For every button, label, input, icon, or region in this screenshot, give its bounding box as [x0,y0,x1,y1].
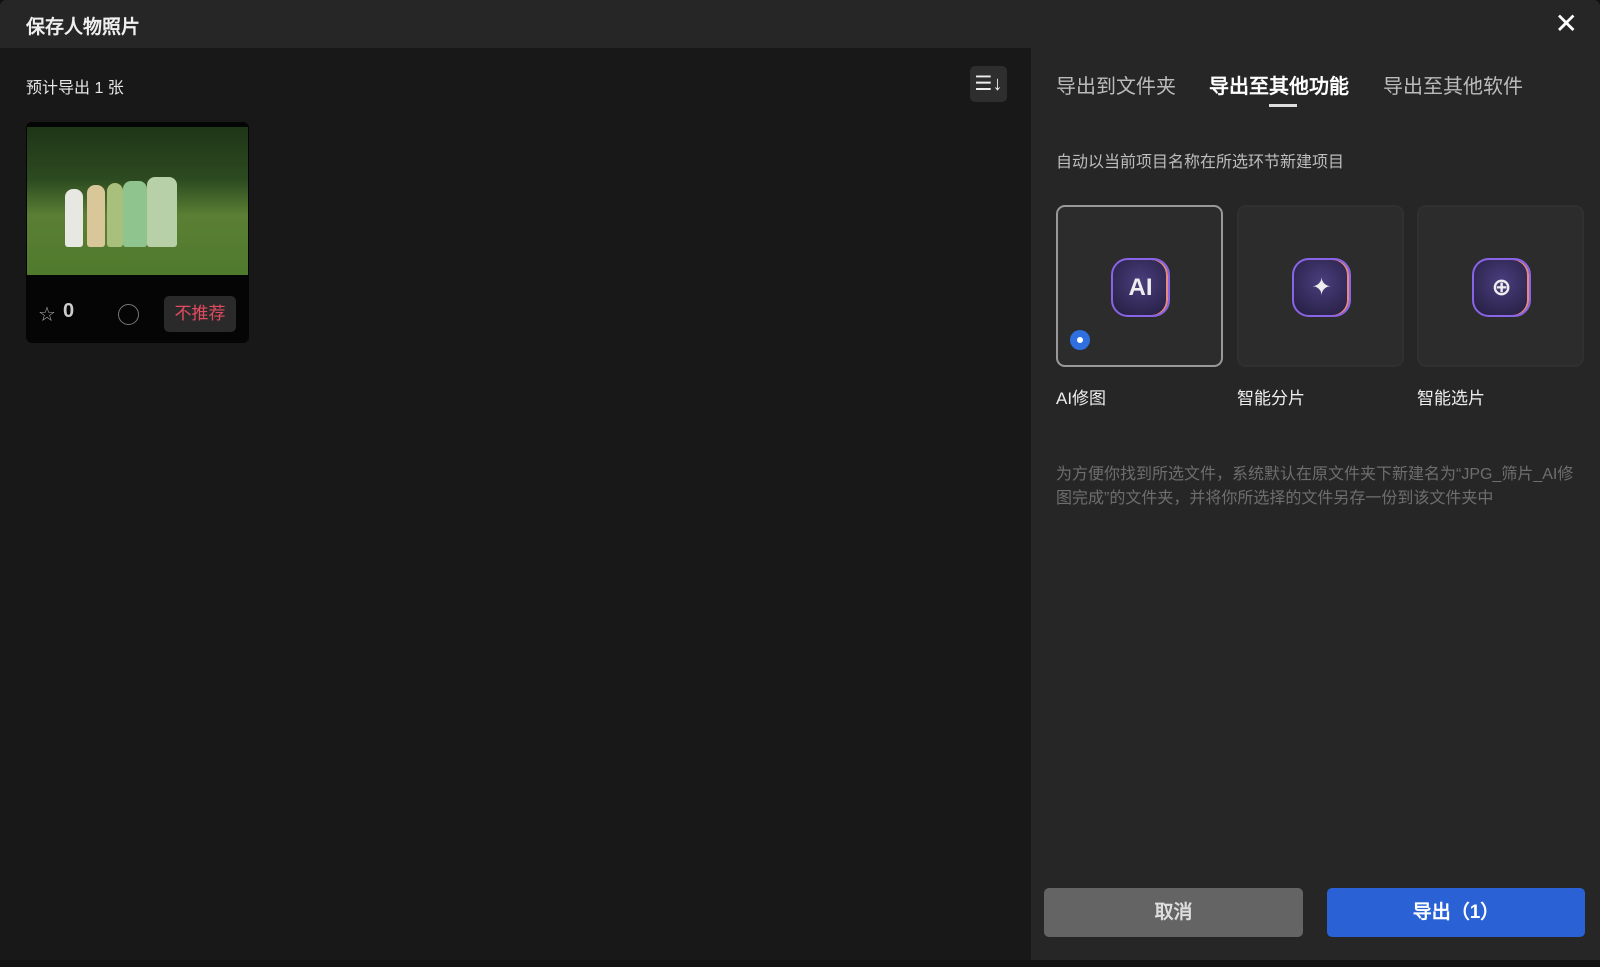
image-sparkle-icon: ✦ [1292,258,1351,317]
option-label: 智能分片 [1237,389,1305,408]
not-recommended-badge[interactable]: 不推荐 [164,296,236,332]
export-count: 预计导出 1 张 [26,80,124,97]
active-tab-indicator [1269,104,1297,107]
ai-retouch-icon: AI [1111,258,1170,317]
cancel-button[interactable]: 取消 [1044,888,1303,937]
close-icon[interactable]: ✕ [1555,10,1578,38]
option-label: 智能选片 [1417,389,1485,408]
photo-thumbnail [27,127,248,275]
export-options-panel: 导出到文件夹 导出至其他功能 导出至其他软件 自动以当前项目名称在所选环节新建项… [1031,48,1600,960]
preview-panel: 预计导出 1 张 ☰↓ ☆ 0 不推荐 [0,48,1031,960]
option-smart-split[interactable]: ✦ [1237,205,1404,367]
hint-text: 自动以当前项目名称在所选环节新建项目 [1056,154,1345,171]
option-ai-retouch[interactable]: AI [1056,205,1223,367]
selected-radio[interactable] [1070,330,1090,350]
description-text: 为方便你找到所选文件，系统默认在原文件夹下新建名为“JPG_筛片_AI修图完成”… [1056,466,1574,507]
rating-value: 0 [63,300,75,322]
magnifier-sparkle-icon: ⊕ [1472,258,1531,317]
option-label: AI修图 [1056,389,1107,408]
tab-export-to-folder[interactable]: 导出到文件夹 [1056,70,1176,99]
tab-export-to-other-features[interactable]: 导出至其他功能 [1209,70,1349,99]
tab-export-to-other-software[interactable]: 导出至其他软件 [1383,70,1523,99]
star-icon[interactable]: ☆ [38,302,56,327]
dialog-titlebar: 保存人物照片 ✕ [0,0,1600,48]
dialog-title: 保存人物照片 [26,17,141,38]
photo-card[interactable]: ☆ 0 不推荐 [26,122,249,343]
select-checkbox[interactable] [118,304,139,325]
export-button[interactable]: 导出（1） [1327,888,1585,937]
option-smart-select[interactable]: ⊕ [1417,205,1584,367]
sort-button[interactable]: ☰↓ [970,66,1007,102]
photo-footer: ☆ 0 不推荐 [26,282,249,343]
